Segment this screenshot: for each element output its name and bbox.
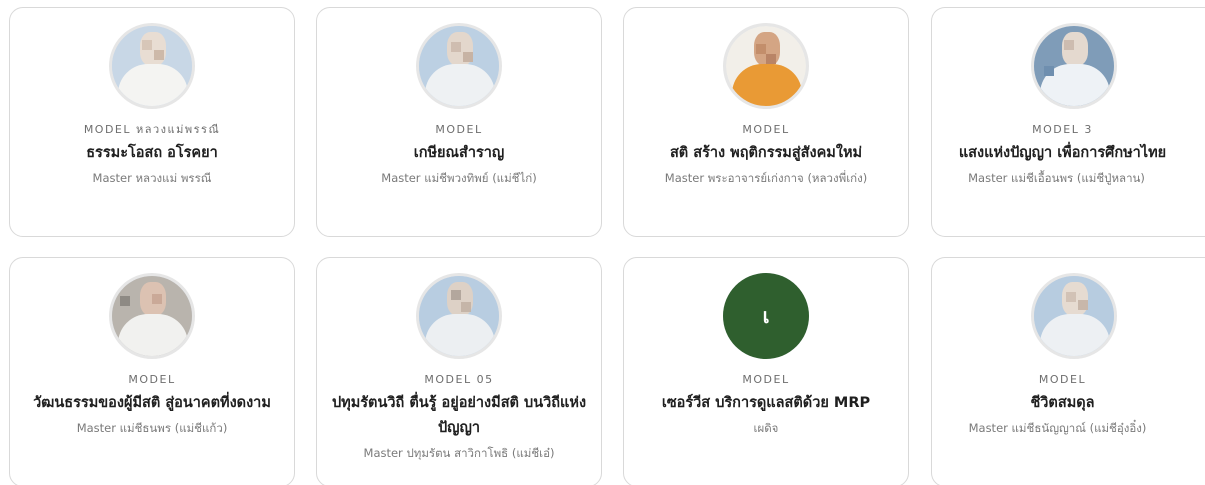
avatar-monk-photo-icon — [726, 26, 806, 106]
avatar-photo-icon — [419, 26, 499, 106]
card-title: เกษียณสำราญ — [413, 145, 505, 161]
avatar — [1031, 273, 1117, 359]
model-label: MODEL หลวงแม่พรรณี — [83, 123, 221, 136]
avatar-photo-icon — [112, 276, 192, 356]
master-name: เผดิจ — [753, 421, 779, 435]
master-name: Master แม่ชีพวงทิพย์ (แม่ชีไก่) — [381, 171, 537, 185]
avatar — [109, 23, 195, 109]
avatar — [723, 23, 809, 109]
avatar-photo-icon — [112, 26, 192, 106]
card-title: สติ สร้าง พฤติกรรมสู่สังคมใหม่ — [669, 145, 863, 161]
avatar-letter: เ — [723, 273, 809, 359]
master-name: Master พระอาจารย์เก่งกาจ (หลวงพี่เก่ง) — [664, 171, 868, 185]
model-card[interactable]: MODEL สติ สร้าง พฤติกรรมสู่สังคมใหม่ Mas… — [623, 7, 909, 237]
model-label: MODEL 05 — [424, 373, 494, 386]
master-name: Master แม่ชีเอื้อนพร (แม่ชีปู่หลาน) — [968, 171, 1145, 185]
model-label: MODEL — [742, 123, 790, 136]
card-title: ปทุมรัตนวิถี ตื่นรู้ อยู่อย่างมีสติ บนวิ… — [331, 395, 587, 436]
model-card[interactable]: เ MODEL เซอร์วีส บริการดูแลสติด้วย MRP เ… — [623, 257, 909, 485]
model-card[interactable]: MODEL วัฒนธรรมของผู้มีสติ สู่อนาคตที่งดง… — [9, 257, 295, 485]
avatar-photo-icon — [1034, 26, 1114, 106]
master-name: Master แม่ชีธนพร (แม่ชีแก้ว) — [76, 421, 228, 435]
avatar — [416, 23, 502, 109]
master-name: Master หลวงแม่ พรรณี — [92, 171, 212, 185]
avatar: เ — [723, 273, 809, 359]
card-title: ชีวิตสมดุล — [1030, 395, 1095, 411]
avatar — [1031, 23, 1117, 109]
avatar — [109, 273, 195, 359]
model-card[interactable]: MODEL หลวงแม่พรรณี ธรรมะโอสถ อโรคยา Mast… — [9, 7, 295, 237]
card-title: เซอร์วีส บริการดูแลสติด้วย MRP — [661, 395, 871, 411]
model-label: MODEL — [742, 373, 790, 386]
avatar-photo-icon — [419, 276, 499, 356]
model-card-grid: MODEL หลวงแม่พรรณี ธรรมะโอสถ อโรคยา Mast… — [0, 0, 1205, 485]
avatar-photo-icon — [1034, 276, 1114, 356]
card-title: แสงแห่งปัญญา เพื่อการศึกษาไทย — [958, 145, 1167, 161]
model-card[interactable]: MODEL 3 แสงแห่งปัญญา เพื่อการศึกษาไทย Ma… — [931, 7, 1205, 237]
model-label: MODEL 3 — [1032, 123, 1093, 136]
master-name: Master แม่ชีธนัญญาณ์ (แม่ชีอุ๋งอิ๋ง) — [968, 421, 1147, 435]
avatar — [416, 273, 502, 359]
model-card[interactable]: MODEL 05 ปทุมรัตนวิถี ตื่นรู้ อยู่อย่างม… — [316, 257, 602, 485]
card-title: วัฒนธรรมของผู้มีสติ สู่อนาคตที่งดงาม — [33, 395, 271, 411]
model-label: MODEL — [435, 123, 483, 136]
card-title: ธรรมะโอสถ อโรคยา — [86, 145, 218, 161]
model-label: MODEL — [128, 373, 176, 386]
model-card[interactable]: MODEL ชีวิตสมดุล Master แม่ชีธนัญญาณ์ (แ… — [931, 257, 1205, 485]
model-card[interactable]: MODEL เกษียณสำราญ Master แม่ชีพวงทิพย์ (… — [316, 7, 602, 237]
master-name: Master ปทุมรัตน สาวิกาโพธิ (แม่ชีเอ๋) — [363, 446, 555, 460]
model-label: MODEL — [1038, 373, 1087, 386]
